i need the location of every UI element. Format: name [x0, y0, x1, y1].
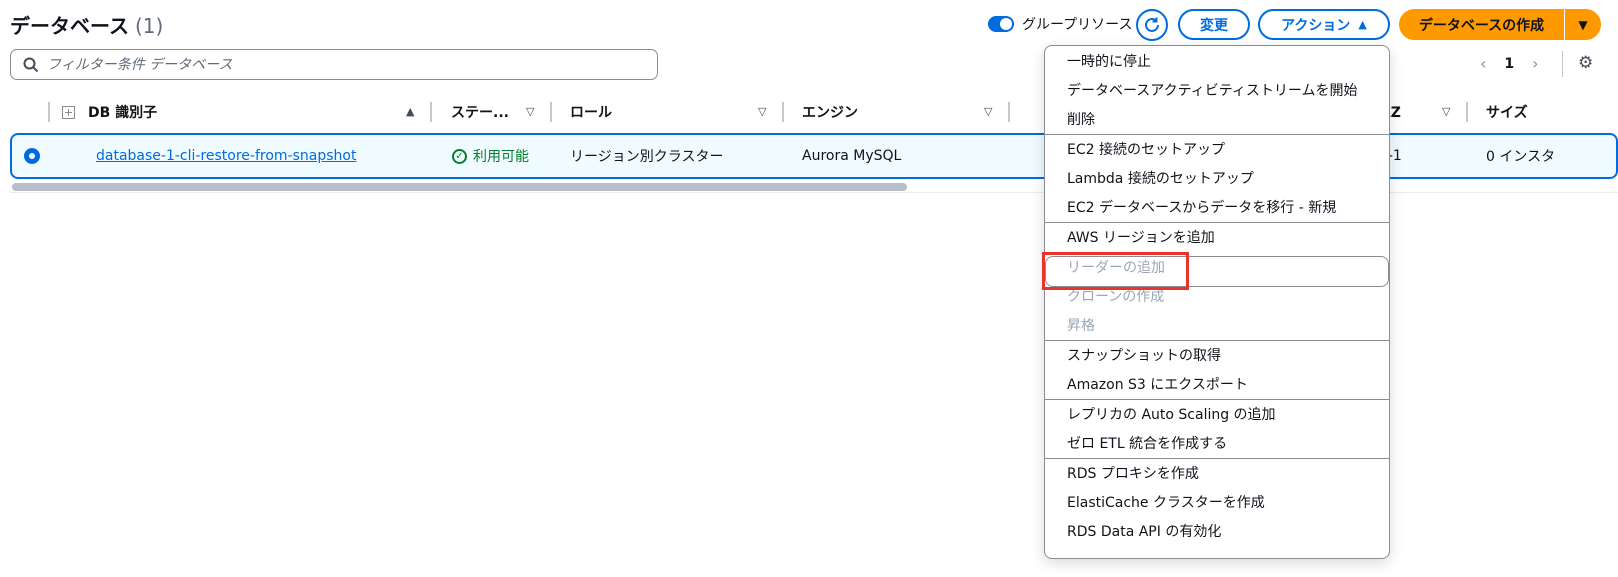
page-title-text: データベース — [10, 14, 129, 38]
menu-item-setup-lambda-connection[interactable]: Lambda 接続のセットアップ — [1067, 168, 1254, 188]
refresh-button[interactable] — [1136, 9, 1168, 41]
sort-icon[interactable]: ▽ — [526, 105, 534, 118]
menu-item-create-elasticache[interactable]: ElastiCache クラスターを作成 — [1067, 492, 1265, 512]
filter-input[interactable] — [47, 56, 647, 73]
column-separator — [1008, 102, 1010, 122]
refresh-icon — [1145, 17, 1159, 32]
caret-up-icon: ▲ — [1358, 18, 1367, 31]
menu-divider — [1045, 458, 1389, 459]
actions-label: アクション — [1281, 17, 1351, 34]
create-database-dropdown-button[interactable]: ▼ — [1565, 9, 1601, 40]
menu-divider — [1045, 399, 1389, 400]
red-highlight-box — [1042, 252, 1189, 290]
gear-icon[interactable]: ⚙ — [1578, 53, 1593, 73]
menu-item-delete[interactable]: 削除 — [1067, 109, 1095, 129]
sort-icon[interactable]: ▽ — [1442, 105, 1450, 118]
search-icon — [23, 57, 39, 72]
group-resources-toggle[interactable]: グループリソース — [988, 14, 1132, 34]
menu-item-start-activity-stream[interactable]: データベースアクティビティストリームを開始 — [1067, 80, 1358, 100]
column-separator — [430, 102, 432, 122]
menu-divider — [1045, 134, 1389, 135]
menu-divider — [1045, 340, 1389, 341]
column-header-status[interactable]: ステー... — [451, 96, 509, 128]
menu-item-stop-temporarily[interactable]: 一時的に停止 — [1067, 51, 1151, 71]
menu-item-export-to-s3[interactable]: Amazon S3 にエクスポート — [1067, 374, 1248, 394]
engine-cell: Aurora MySQL — [802, 148, 902, 164]
horizontal-scrollbar[interactable] — [12, 183, 907, 191]
caret-down-icon: ▼ — [1578, 17, 1588, 32]
chevron-left-icon[interactable]: ‹ — [1480, 54, 1486, 73]
menu-item-setup-ec2-connection[interactable]: EC2 接続のセットアップ — [1067, 139, 1225, 159]
column-separator — [1466, 102, 1468, 122]
chevron-right-icon[interactable]: › — [1532, 54, 1538, 73]
resource-count: (1) — [135, 14, 164, 38]
size-cell: 0 インスタ — [1486, 149, 1556, 165]
expand-all-icon[interactable] — [62, 96, 75, 128]
row-radio-button[interactable] — [24, 148, 40, 164]
actions-dropdown-menu: 一時的に停止 データベースアクティビティストリームを開始 削除 EC2 接続のセ… — [1044, 45, 1390, 559]
menu-item-promote[interactable]: 昇格 — [1067, 315, 1095, 335]
status-text: 利用可能 — [473, 149, 529, 165]
db-identifier-link[interactable]: database-1-cli-restore-from-snapshot — [96, 148, 356, 164]
column-separator — [550, 102, 552, 122]
pagination: ‹ 1 › — [1480, 54, 1539, 73]
menu-item-enable-data-api[interactable]: RDS Data API の有効化 — [1067, 521, 1221, 541]
sort-icon[interactable]: ▽ — [758, 105, 766, 118]
column-separator — [48, 102, 50, 122]
divider — [1562, 51, 1563, 77]
check-circle-icon: ✓ — [452, 148, 467, 164]
sort-icon[interactable]: ▽ — [984, 105, 992, 118]
menu-item-take-snapshot[interactable]: スナップショットの取得 — [1067, 345, 1221, 365]
menu-item-migrate-from-ec2[interactable]: EC2 データベースからデータを移行 - 新規 — [1067, 197, 1336, 217]
column-header-size[interactable]: サイズ — [1486, 96, 1528, 128]
menu-divider — [1045, 222, 1389, 223]
modify-button[interactable]: 変更 — [1178, 9, 1250, 40]
column-separator — [782, 102, 784, 122]
menu-item-add-aws-region[interactable]: AWS リージョンを追加 — [1067, 227, 1215, 247]
group-resources-label: グループリソース — [1022, 17, 1133, 33]
toggle-switch[interactable] — [988, 16, 1014, 32]
column-header-role[interactable]: ロール — [570, 96, 612, 128]
filter-search-box[interactable] — [10, 49, 658, 80]
menu-item-add-replica-auto-scaling[interactable]: レプリカの Auto Scaling の追加 — [1067, 404, 1276, 424]
actions-button[interactable]: アクション ▲ — [1258, 9, 1390, 40]
create-database-button[interactable]: データベースの作成 — [1399, 9, 1564, 40]
column-header-identifier[interactable]: DB 識別子 — [88, 96, 157, 128]
role-cell: リージョン別クラスター — [570, 149, 724, 165]
sort-asc-icon[interactable]: ▲ — [406, 105, 414, 118]
column-header-engine[interactable]: エンジン — [802, 96, 858, 128]
menu-item-create-zero-etl[interactable]: ゼロ ETL 統合を作成する — [1067, 433, 1227, 453]
page-title: データベース (1) — [10, 10, 163, 39]
page-number[interactable]: 1 — [1504, 56, 1514, 72]
menu-item-create-rds-proxy[interactable]: RDS プロキシを作成 — [1067, 463, 1199, 483]
status-badge: ✓ 利用可能 — [452, 146, 529, 166]
